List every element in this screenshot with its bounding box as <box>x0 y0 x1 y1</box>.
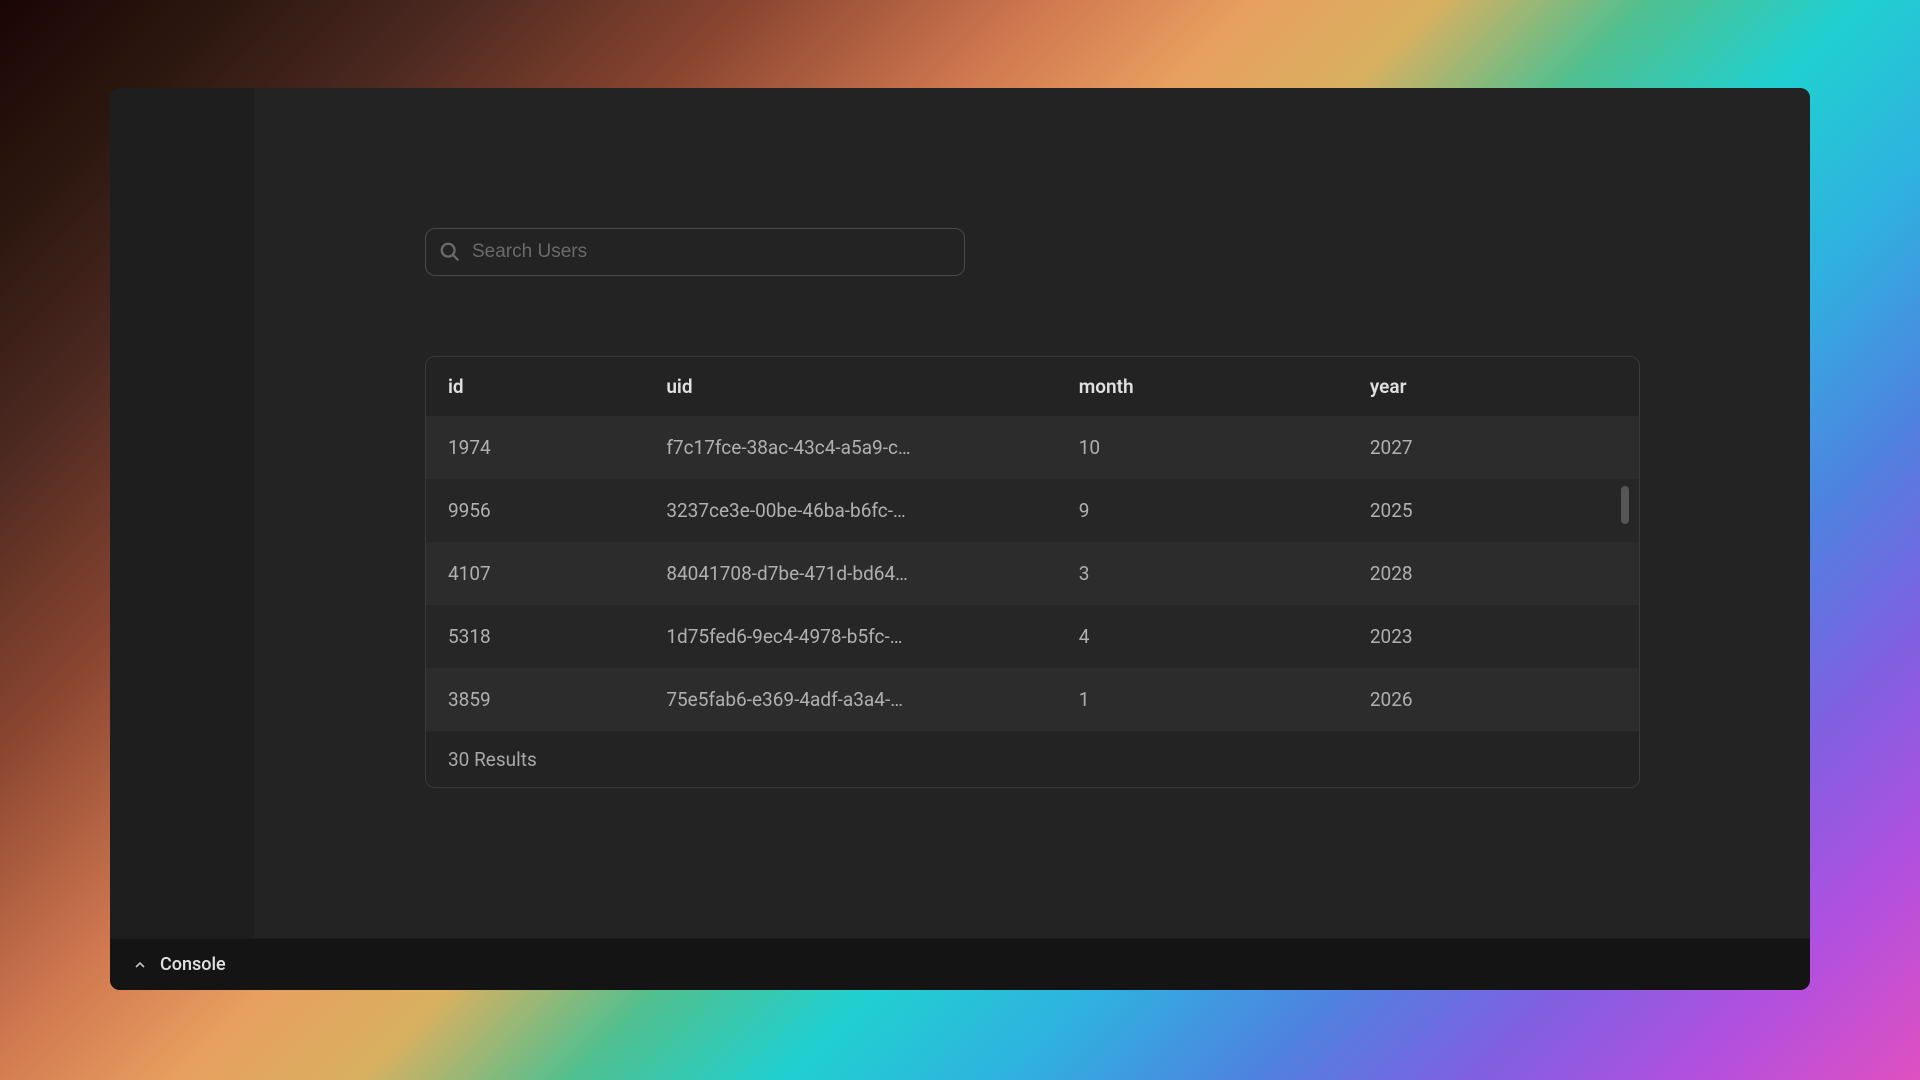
cell-uid: f7c17fce-38ac-43c4-a5a9-c… <box>644 416 1056 479</box>
results-count: 30 Results <box>426 731 1639 787</box>
cell-uid: 1d75fed6-9ec4-4978-b5fc-… <box>644 605 1056 668</box>
cell-id: 3859 <box>426 668 644 731</box>
table-row[interactable]: 3859 75e5fab6-e369-4adf-a3a4-… 1 2026 <box>426 668 1639 731</box>
cell-id: 4107 <box>426 542 644 605</box>
chevron-up-icon <box>132 957 148 973</box>
console-label: Console <box>160 954 226 975</box>
table-row[interactable]: 4107 84041708-d7be-471d-bd64… 3 2028 <box>426 542 1639 605</box>
users-table-container: id uid month year 1 9 <box>425 356 1640 788</box>
cell-year: 2027 <box>1348 416 1639 479</box>
table-row[interactable]: 9956 3237ce3e-00be-46ba-b6fc-… 9 2025 <box>426 479 1639 542</box>
cell-id: 1974 <box>426 416 644 479</box>
table-row[interactable]: 5318 1d75fed6-9ec4-4978-b5fc-… 4 2023 <box>426 605 1639 668</box>
column-header-uid[interactable]: uid <box>644 357 1056 416</box>
app-window: id uid month year 1 9 <box>110 88 1810 990</box>
table-row[interactable]: 1974 f7c17fce-38ac-43c4-a5a9-c… 10 2027 <box>426 416 1639 479</box>
sidebar <box>110 88 255 938</box>
column-header-id[interactable]: id <box>426 357 644 416</box>
cell-uid: 3237ce3e-00be-46ba-b6fc-… <box>644 479 1056 542</box>
cell-month: 3 <box>1057 542 1348 605</box>
cell-id: 5318 <box>426 605 644 668</box>
cell-month: 9 <box>1057 479 1348 542</box>
cell-month: 4 <box>1057 605 1348 668</box>
search-wrapper <box>425 228 965 276</box>
cell-id: 9956 <box>426 479 644 542</box>
search-icon <box>439 241 461 263</box>
main-area: id uid month year 1 9 <box>110 88 1810 938</box>
cell-month: 1 <box>1057 668 1348 731</box>
content-area: id uid month year 1 9 <box>255 88 1810 938</box>
cell-uid: 84041708-d7be-471d-bd64… <box>644 542 1056 605</box>
users-table: id uid month year <box>426 357 1639 416</box>
table-body-scroll[interactable]: 1974 f7c17fce-38ac-43c4-a5a9-c… 10 2027 … <box>426 416 1639 731</box>
column-header-year[interactable]: year <box>1348 357 1639 416</box>
scrollbar-thumb[interactable] <box>1621 486 1629 524</box>
cell-year: 2023 <box>1348 605 1639 668</box>
cell-year: 2026 <box>1348 668 1639 731</box>
cell-uid: 75e5fab6-e369-4adf-a3a4-… <box>644 668 1056 731</box>
cell-month: 10 <box>1057 416 1348 479</box>
column-header-month[interactable]: month <box>1057 357 1348 416</box>
console-bar[interactable]: Console <box>110 938 1810 990</box>
cell-year: 2028 <box>1348 542 1639 605</box>
table-header-row: id uid month year <box>426 357 1639 416</box>
search-input[interactable] <box>425 228 965 276</box>
cell-year: 2025 <box>1348 479 1639 542</box>
